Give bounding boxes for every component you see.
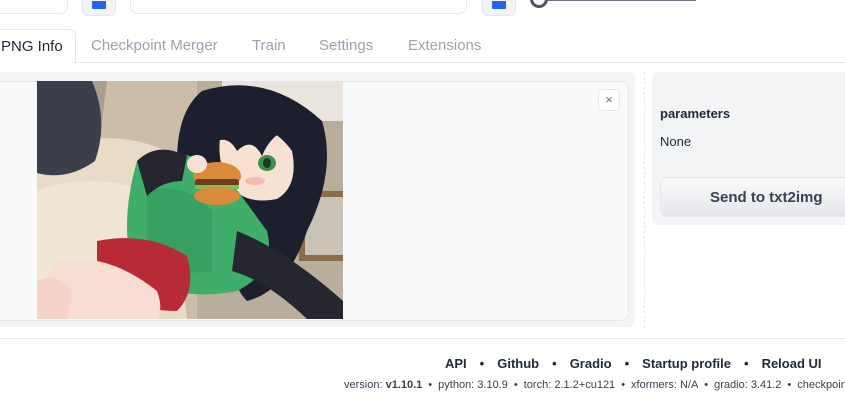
tab-png-info[interactable]: PNG Info — [0, 29, 76, 64]
footer-link-github[interactable]: Github — [497, 356, 539, 371]
column-divider — [644, 72, 645, 328]
footer-separator: • — [428, 379, 433, 391]
text-input[interactable] — [130, 0, 467, 14]
tab-checkpoint-merger[interactable]: Checkpoint Merger — [91, 29, 218, 62]
footer-separator: • — [621, 379, 626, 391]
footer-links: API • Github • Gradio • Startup profile • Reload… — [445, 356, 822, 371]
footer-link-api[interactable]: API — [445, 356, 467, 371]
footer-version-info: version: v1.10.1 • python: 3.10.9 • torch: 2… — [344, 379, 845, 391]
footer-separator: • — [552, 356, 557, 371]
parameters-value: None — [660, 134, 692, 149]
parameters-label: parameters — [660, 106, 731, 121]
footer-separator: • — [479, 356, 485, 371]
footer-link-gradio[interactable]: Gradio — [570, 356, 612, 371]
footer-link-reload-ui[interactable]: Reload UI — [762, 356, 822, 371]
version-value: v1.10.1 — [385, 379, 423, 391]
footer-separator: • — [787, 379, 792, 391]
page: PNG Info Checkpoint Merger Train Setting… — [0, 0, 845, 419]
uploaded-image — [37, 81, 343, 319]
close-icon[interactable]: × — [598, 89, 620, 111]
dropdown-box[interactable] — [0, 0, 68, 14]
toolbar-button[interactable] — [82, 0, 116, 16]
gradio-version: gradio: 3.41.2 — [714, 379, 782, 391]
slider-track[interactable] — [540, 0, 696, 1]
footer-separator: • — [624, 356, 630, 371]
footer-separator: • — [704, 379, 709, 391]
tab-settings[interactable]: Settings — [319, 29, 373, 62]
tab-bar: PNG Info Checkpoint Merger Train Setting… — [0, 29, 845, 64]
footer-divider — [0, 338, 845, 339]
footer-separator: • — [744, 356, 749, 371]
slider-thumb[interactable] — [530, 0, 548, 8]
torch-version: torch: 2.1.2+cu121 — [523, 379, 616, 391]
toolbar-button-2[interactable] — [482, 0, 516, 16]
footer-separator: • — [513, 379, 518, 391]
python-version: python: 3.10.9 — [438, 379, 508, 391]
xformers-version: xformers: N/A — [631, 379, 699, 391]
tab-extensions[interactable]: Extensions — [408, 29, 481, 62]
checkpoint-info: checkpoint: — [797, 379, 845, 391]
footer-link-startup-profile[interactable]: Startup profile — [642, 356, 731, 371]
version-label: version: — [344, 379, 383, 391]
tab-train[interactable]: Train — [252, 29, 286, 62]
send-to-txt2img-button[interactable]: Send to txt2img — [660, 177, 845, 217]
